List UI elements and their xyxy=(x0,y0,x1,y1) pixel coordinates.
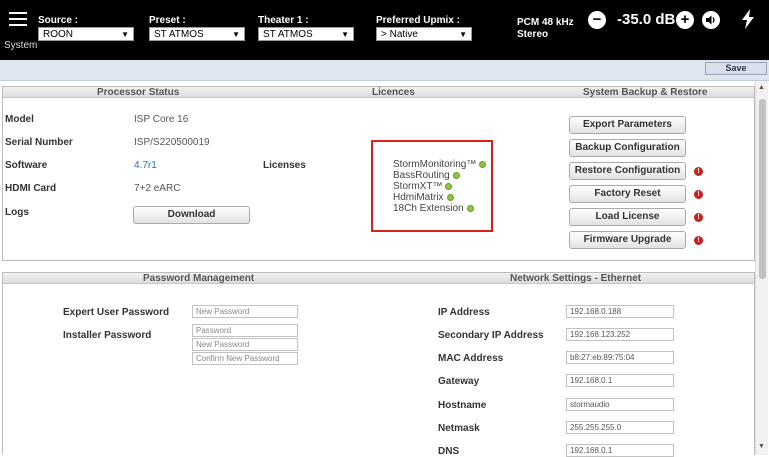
hostname-label: Hostname xyxy=(438,400,487,411)
restore-configuration-button[interactable]: Restore Configuration xyxy=(569,162,686,180)
licenses-list: StormMonitoring™ BassRouting StormXT™ Hd… xyxy=(373,159,491,214)
installer-password-label: Installer Password xyxy=(63,330,152,341)
installer-confirm-password-input[interactable]: Confirm New Password xyxy=(192,352,298,365)
licences-title: Licences xyxy=(372,87,415,98)
minus-icon[interactable]: − xyxy=(588,11,606,29)
preset-select[interactable]: ST ATMOS ▼ xyxy=(149,27,245,41)
firmware-upgrade-button[interactable]: Firmware Upgrade xyxy=(569,231,686,249)
secondary-ip-label: Secondary IP Address xyxy=(438,330,544,341)
hostname-input[interactable]: stormaudio xyxy=(566,398,674,411)
ip-address-label: IP Address xyxy=(438,307,490,318)
speaker-icon[interactable] xyxy=(702,11,720,29)
upmix-select[interactable]: > Native ▼ xyxy=(376,27,472,41)
chevron-down-icon: ▼ xyxy=(459,29,467,39)
dns-label: DNS xyxy=(438,446,460,457)
theater-select-group: Theater 1 : ST ATMOS ▼ xyxy=(258,15,354,41)
preset-label: Preset : xyxy=(149,15,186,26)
status-ok-icon xyxy=(446,194,454,201)
theater-value: ST ATMOS xyxy=(263,28,313,40)
expert-new-password-input[interactable]: New Password xyxy=(192,305,298,318)
chevron-down-icon: ▼ xyxy=(341,29,349,39)
save-button[interactable]: Save xyxy=(705,62,767,75)
license-item: StormMonitoring™ xyxy=(393,159,491,170)
upmix-label: Preferred Upmix : xyxy=(376,15,460,26)
software-label: Software xyxy=(5,160,48,171)
power-icon[interactable] xyxy=(740,9,756,35)
mac-address-input[interactable]: b8:27:eb:89:75:04 xyxy=(566,351,674,364)
warning-icon: ! xyxy=(694,167,703,176)
theater-label: Theater 1 : xyxy=(258,15,309,26)
settings-panel-header: Password Management Network Settings - E… xyxy=(3,273,754,284)
secondary-ip-input[interactable]: 192.168.123.252 xyxy=(566,328,674,341)
mac-address-label: MAC Address xyxy=(438,353,504,364)
system-label: System xyxy=(4,40,38,51)
hdmi-label: HDMI Card xyxy=(5,183,57,194)
warning-icon: ! xyxy=(694,236,703,245)
password-title: Password Management xyxy=(143,273,255,284)
gateway-label: Gateway xyxy=(438,376,480,387)
hamburger-icon[interactable] xyxy=(9,12,27,26)
installer-new-password-input[interactable]: New Password xyxy=(192,338,298,351)
vertical-scrollbar[interactable]: ▲ ▼ xyxy=(755,81,768,455)
source-label: Source : xyxy=(38,15,79,26)
plus-icon[interactable]: + xyxy=(676,11,694,29)
network-title: Network Settings - Ethernet xyxy=(510,273,642,284)
backup-title: System Backup & Restore xyxy=(583,87,708,98)
source-value: ROON xyxy=(43,28,73,40)
audio-status: PCM 48 kHz Stereo xyxy=(517,17,574,41)
status-ok-icon xyxy=(479,161,487,168)
status-ok-icon xyxy=(466,205,474,212)
netmask-label: Netmask xyxy=(438,423,480,434)
scrollbar-thumb[interactable] xyxy=(759,99,766,279)
software-version-link[interactable]: 4.7r1 xyxy=(134,160,157,171)
source-select[interactable]: ROON ▼ xyxy=(38,27,134,41)
netmask-input[interactable]: 255.255.255.0 xyxy=(566,421,674,434)
audio-format: PCM 48 kHz xyxy=(517,17,574,28)
chevron-down-icon: ▼ xyxy=(121,29,129,39)
source-select-group: Source : ROON ▼ xyxy=(38,15,134,41)
upmix-select-group: Preferred Upmix : > Native ▼ xyxy=(376,15,472,41)
hdmi-value: 7+2 eARC xyxy=(134,183,181,194)
gateway-input[interactable]: 192.168.0.1 xyxy=(566,374,674,387)
download-button[interactable]: Download xyxy=(133,206,250,224)
status-ok-icon xyxy=(452,172,460,179)
serial-label: Serial Number xyxy=(5,137,73,148)
logs-label: Logs xyxy=(5,207,29,218)
theater-select[interactable]: ST ATMOS ▼ xyxy=(258,27,354,41)
export-parameters-button[interactable]: Export Parameters xyxy=(569,116,686,134)
warning-icon: ! xyxy=(694,213,703,222)
upmix-value: > Native xyxy=(381,28,418,40)
preset-value: ST ATMOS xyxy=(154,28,204,40)
license-item: StormXT™ xyxy=(393,181,491,192)
status-panel-header: Processor Status Licences System Backup … xyxy=(3,87,754,98)
volume-readout: -35.0 dB xyxy=(617,11,676,28)
scroll-up-icon[interactable]: ▲ xyxy=(758,84,765,91)
licenses-label: Licenses xyxy=(263,160,306,171)
expert-password-label: Expert User Password xyxy=(63,307,170,318)
licenses-highlight-box: StormMonitoring™ BassRouting StormXT™ Hd… xyxy=(371,140,493,232)
load-license-button[interactable]: Load License xyxy=(569,208,686,226)
license-item: HdmiMatrix xyxy=(393,192,491,203)
ip-address-input[interactable]: 192.168.0.188 xyxy=(566,305,674,318)
model-label: Model xyxy=(5,114,34,125)
warning-icon: ! xyxy=(694,190,703,199)
license-item: BassRouting xyxy=(393,170,491,181)
save-bar: Save xyxy=(0,60,769,81)
chevron-down-icon: ▼ xyxy=(232,29,240,39)
dns-input[interactable]: 192.168.0.1 xyxy=(566,444,674,457)
model-value: ISP Core 16 xyxy=(134,114,189,125)
installer-current-password-input[interactable]: Password xyxy=(192,324,298,337)
license-item: 18Ch Extension xyxy=(393,203,491,214)
preset-select-group: Preset : ST ATMOS ▼ xyxy=(149,15,245,41)
backup-configuration-button[interactable]: Backup Configuration xyxy=(569,139,686,157)
processor-status-title: Processor Status xyxy=(97,87,180,98)
factory-reset-button[interactable]: Factory Reset xyxy=(569,185,686,203)
top-bar: System Source : ROON ▼ Preset : ST ATMOS… xyxy=(0,0,769,60)
status-ok-icon xyxy=(445,183,453,190)
serial-value: ISP/S220500019 xyxy=(134,137,210,148)
scroll-down-icon[interactable]: ▼ xyxy=(758,443,765,450)
audio-channels: Stereo xyxy=(517,29,549,40)
